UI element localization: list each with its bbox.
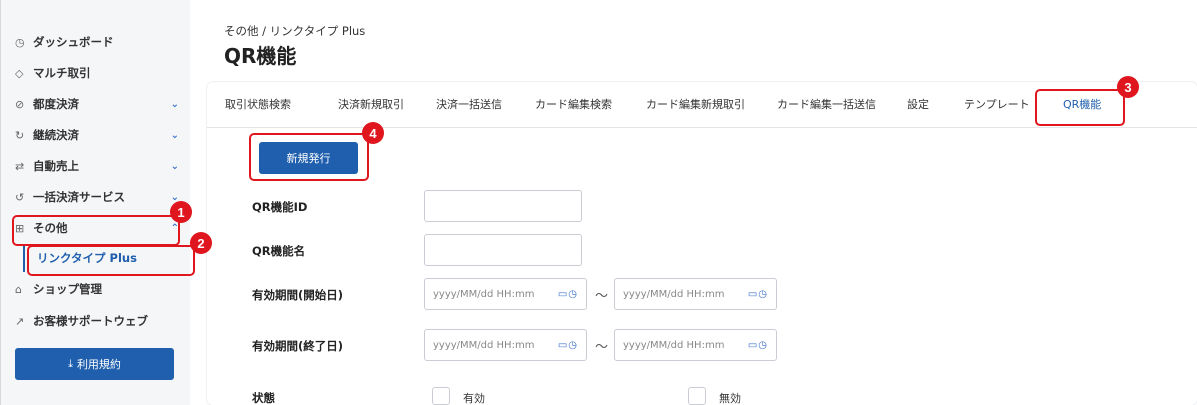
cube-icon: ◇ xyxy=(15,66,24,80)
tab-card-edit-bulk[interactable]: カード編集一括送信 xyxy=(777,82,876,128)
sidebar-item-dashboard[interactable]: ◷ ダッシュボード xyxy=(15,29,183,55)
end-to-input[interactable]: yyyy/MM/dd HH:mm ▭◷ xyxy=(614,329,777,361)
annotation-badge-2: 2 xyxy=(190,232,212,254)
check-circle-icon: ⊘ xyxy=(15,97,25,111)
refresh-icon: ↻ xyxy=(15,128,25,142)
calendar-clock-icon[interactable]: ▭◷ xyxy=(748,289,768,300)
annotation-badge-4: 4 xyxy=(362,122,384,144)
annotation-badge-3: 3 xyxy=(1117,76,1139,98)
breadcrumb: その他 / リンクタイプ Plus xyxy=(224,24,366,38)
sidebar-item-auto-sales[interactable]: ⇄ 自動売上 ⌄ xyxy=(15,153,183,179)
status-invalid-checkbox[interactable] xyxy=(688,387,706,405)
status-invalid-label: 無効 xyxy=(719,392,741,405)
sidebar-item-label: 一括決済サービス xyxy=(33,190,125,204)
sidebar-item-multi[interactable]: ◇ マルチ取引 xyxy=(15,60,183,86)
sidebar-item-label: 自動売上 xyxy=(33,159,79,173)
end-period-label: 有効期間(終了日) xyxy=(252,339,344,353)
submenu-indicator xyxy=(23,244,25,272)
range-separator: ～ xyxy=(595,340,609,355)
sidebar: ◷ ダッシュボード ◇ マルチ取引 ⊘ 都度決済 ⌄ ↻ 継続決済 ⌄ ⇄ 自動… xyxy=(0,0,190,405)
start-from-input[interactable]: yyyy/MM/dd HH:mm ▭◷ xyxy=(424,278,587,310)
date-placeholder: yyyy/MM/dd HH:mm xyxy=(433,288,535,300)
status-label: 状態 xyxy=(252,391,275,405)
status-valid-label: 有効 xyxy=(463,392,485,405)
tab-card-edit-search[interactable]: カード編集検索 xyxy=(535,82,612,128)
range-separator: ～ xyxy=(595,289,609,304)
calendar-clock-icon[interactable]: ▭◷ xyxy=(558,340,578,351)
chevron-down-icon: ⌄ xyxy=(170,129,179,141)
tab-bulk-payment[interactable]: 決済一括送信 xyxy=(436,82,502,128)
sidebar-item-label: ダッシュボード xyxy=(33,35,114,49)
start-to-input[interactable]: yyyy/MM/dd HH:mm ▭◷ xyxy=(614,278,777,310)
tab-templates[interactable]: テンプレート xyxy=(964,82,1030,128)
sidebar-item-bulk-service[interactable]: ↺ 一括決済サービス ⌄ xyxy=(15,184,183,210)
sidebar-item-label: 都度決済 xyxy=(33,97,79,111)
sidebar-item-shop-management[interactable]: ⌂ ショップ管理 xyxy=(15,276,183,302)
qr-id-input[interactable] xyxy=(424,190,582,222)
end-from-input[interactable]: yyyy/MM/dd HH:mm ▭◷ xyxy=(424,329,587,361)
tab-transaction-search[interactable]: 取引状態検索 xyxy=(225,82,291,128)
shop-icon: ⌂ xyxy=(15,282,22,296)
annotation-box-qr-tab xyxy=(1035,89,1125,126)
annotation-box-new-button xyxy=(249,133,369,181)
start-period-label: 有効期間(開始日) xyxy=(252,288,344,302)
sidebar-item-label: ショップ管理 xyxy=(33,282,102,296)
sidebar-item-recurring[interactable]: ↻ 継続決済 ⌄ xyxy=(15,122,183,148)
terms-button-label: 利用規約 xyxy=(76,358,121,371)
swap-icon: ⇄ xyxy=(15,159,25,173)
page-title: QR機能 xyxy=(224,44,297,68)
sidebar-item-label: お客様サポートウェブ xyxy=(33,314,148,328)
calendar-clock-icon[interactable]: ▭◷ xyxy=(558,289,578,300)
qr-name-input[interactable] xyxy=(424,234,582,266)
sidebar-item-support-web[interactable]: ↗ お客様サポートウェブ xyxy=(15,308,183,334)
sidebar-item-label: マルチ取引 xyxy=(33,66,91,80)
external-link-icon: ↗ xyxy=(15,314,25,328)
chevron-down-icon: ⌄ xyxy=(170,160,179,172)
cycle-icon: ↺ xyxy=(15,190,25,204)
tab-settings[interactable]: 設定 xyxy=(907,82,929,128)
sidebar-item-per-payment[interactable]: ⊘ 都度決済 ⌄ xyxy=(15,91,183,117)
date-placeholder: yyyy/MM/dd HH:mm xyxy=(623,339,725,351)
terms-button[interactable]: ⤓ 利用規約 xyxy=(15,348,174,380)
qr-id-label: QR機能ID xyxy=(252,200,308,214)
calendar-clock-icon[interactable]: ▭◷ xyxy=(748,340,768,351)
date-placeholder: yyyy/MM/dd HH:mm xyxy=(623,288,725,300)
annotation-badge-1: 1 xyxy=(170,201,192,223)
tab-card-edit-new[interactable]: カード編集新規取引 xyxy=(646,82,745,128)
date-placeholder: yyyy/MM/dd HH:mm xyxy=(433,339,535,351)
annotation-box-link-type-plus xyxy=(27,245,195,276)
annotation-box-other xyxy=(12,215,180,246)
qr-name-label: QR機能名 xyxy=(252,244,306,258)
status-valid-checkbox[interactable] xyxy=(432,387,450,405)
download-icon: ⤓ xyxy=(68,357,73,370)
sidebar-item-label: 継続決済 xyxy=(33,128,79,142)
clock-icon: ◷ xyxy=(15,35,25,49)
chevron-down-icon: ⌄ xyxy=(170,98,179,110)
